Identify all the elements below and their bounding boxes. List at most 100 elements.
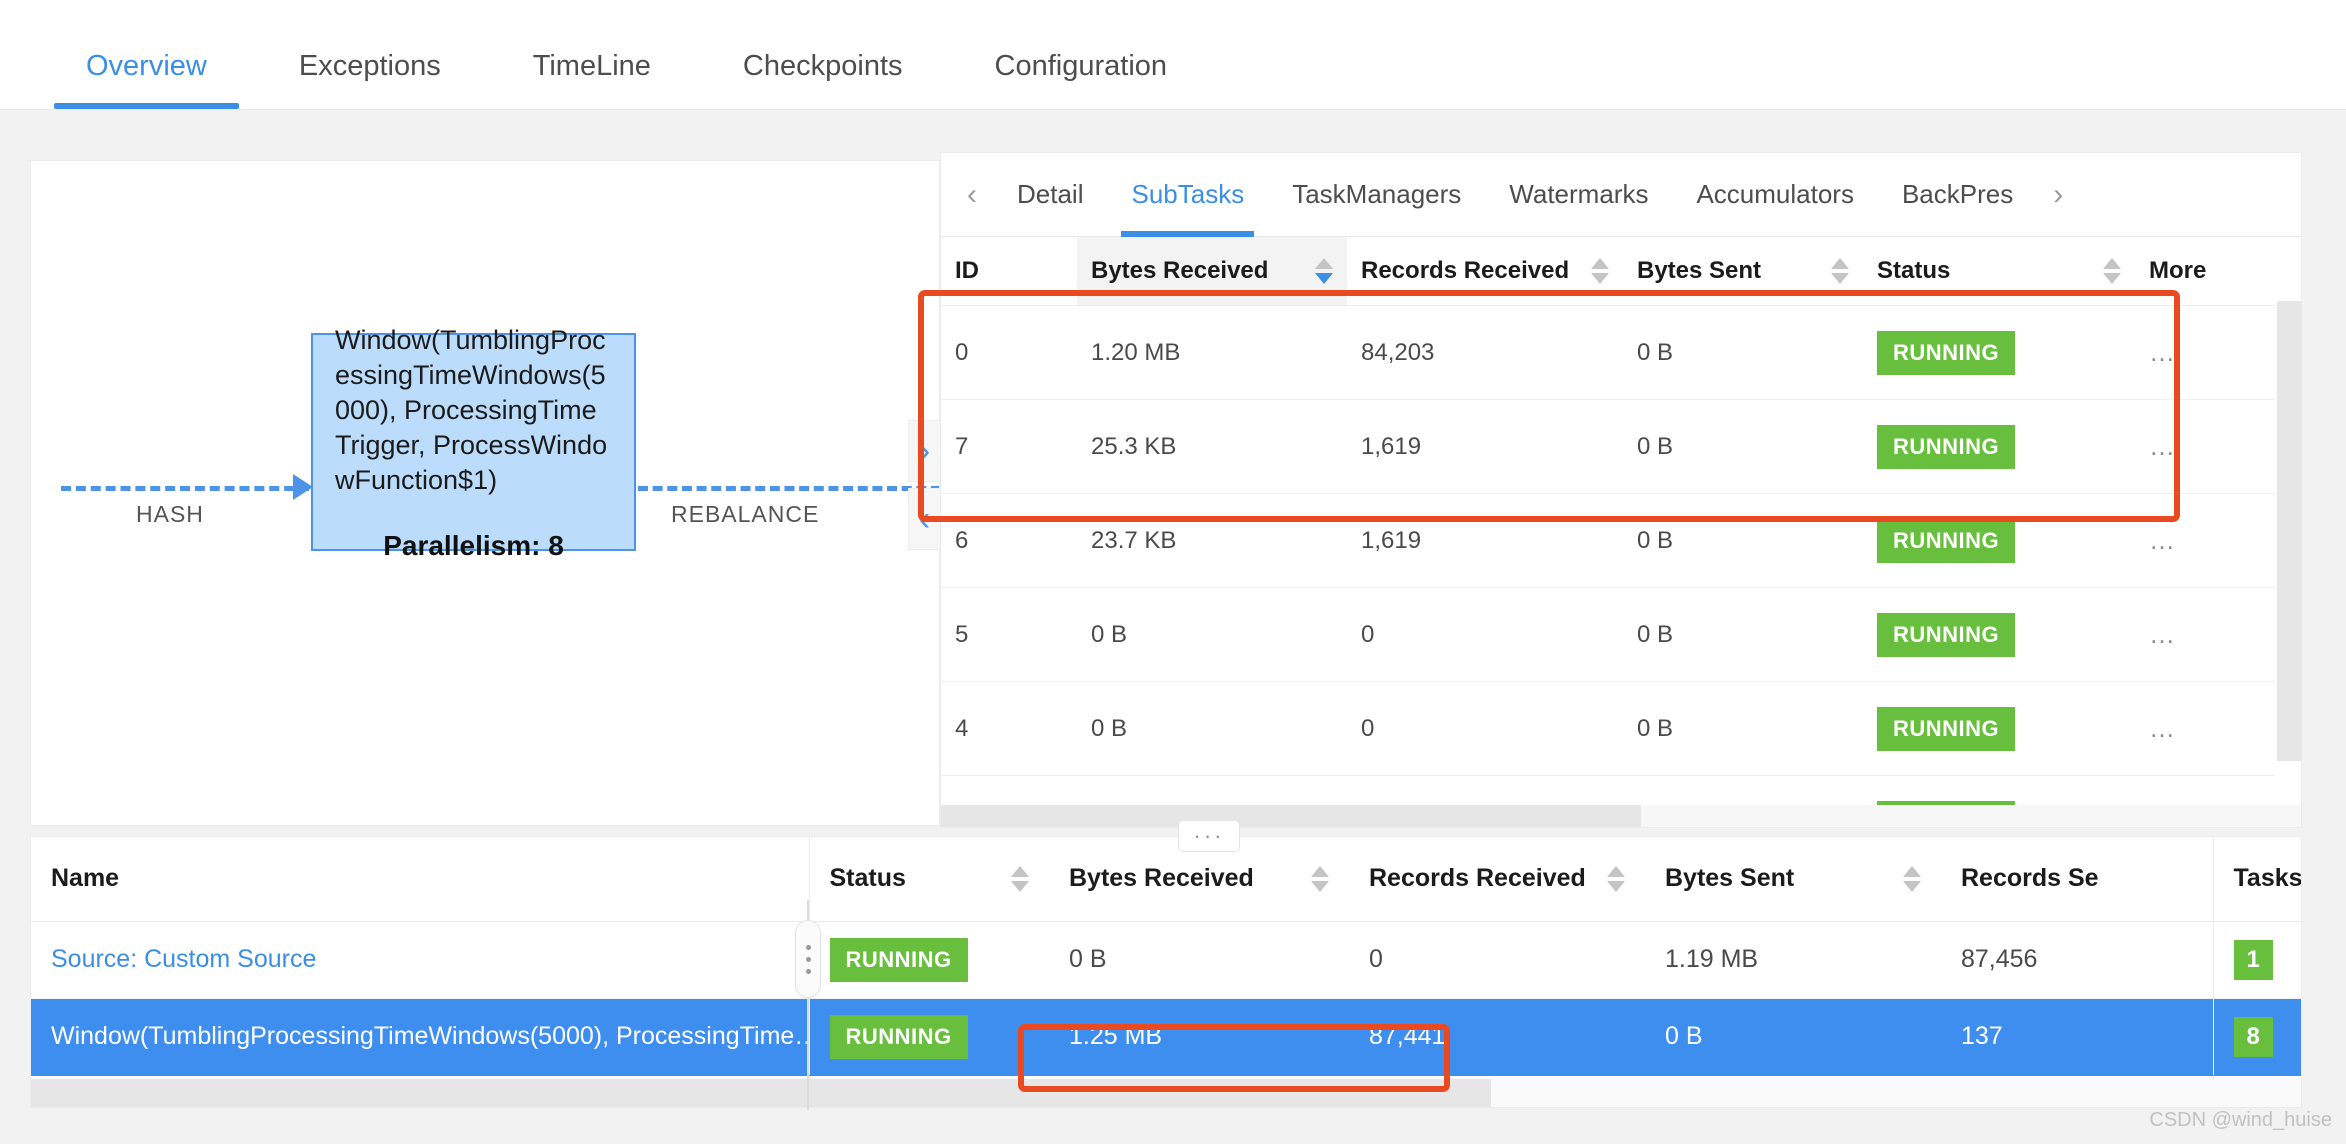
- tab-subtasks[interactable]: SubTasks: [1107, 153, 1268, 237]
- vertex-name-link[interactable]: Window(TumblingProcessingTimeWindows(500…: [51, 1022, 809, 1050]
- vertices-col-bytes-sent[interactable]: Bytes Sent: [1645, 837, 1941, 921]
- vertex-name-link[interactable]: Source: Custom Source: [51, 945, 316, 973]
- tasks-badge: 8: [2234, 1017, 2273, 1057]
- tab-checkpoints[interactable]: Checkpoints: [711, 50, 935, 109]
- table-row[interactable]: 7 25.3 KB 1,619 0 B RUNNING …: [941, 400, 2275, 494]
- tab-overview[interactable]: Overview: [54, 50, 239, 109]
- subtask-id: 6: [941, 494, 1077, 588]
- tab-watermarks[interactable]: Watermarks: [1485, 153, 1672, 237]
- sort-icon-records-received[interactable]: [1591, 258, 1609, 284]
- vertex-status: RUNNING: [809, 998, 1049, 1075]
- tab-subtasks-label: SubTasks: [1131, 179, 1244, 210]
- subtask-bytes-sent: 0 B: [1623, 306, 1863, 400]
- sort-icon-vertices-status[interactable]: [1011, 866, 1029, 892]
- job-graph-node-title: Window(TumblingProcessingTimeWindows(500…: [335, 323, 612, 498]
- tab-checkpoints-label: Checkpoints: [743, 50, 903, 82]
- sort-icon-vertices-bytes-sent[interactable]: [1903, 866, 1921, 892]
- table-row[interactable]: 6 23.7 KB 1,619 0 B RUNNING …: [941, 494, 2275, 588]
- incoming-edge-arrow-icon: [293, 474, 313, 500]
- vertices-horizontal-scrollbar-thumb[interactable]: [31, 1079, 1491, 1107]
- status-badge: RUNNING: [830, 938, 968, 982]
- vertices-col-tasks-label: Tasks: [2234, 864, 2303, 892]
- subtask-more-button[interactable]: …: [2135, 306, 2275, 400]
- subtask-status: RUNNING: [1863, 588, 2135, 682]
- subtasks-col-bytes-received[interactable]: Bytes Received: [1077, 237, 1347, 306]
- panel-resize-grip[interactable]: ···: [1178, 820, 1240, 852]
- table-row[interactable]: 5 0 B 0 0 B RUNNING …: [941, 588, 2275, 682]
- tab-accumulators[interactable]: Accumulators: [1672, 153, 1878, 237]
- more-icon: …: [2149, 713, 2178, 743]
- job-graph-node[interactable]: Window(TumblingProcessingTimeWindows(500…: [311, 333, 636, 551]
- subtasks-col-id[interactable]: ID: [941, 237, 1077, 306]
- subtasks-col-records-received[interactable]: Records Received: [1347, 237, 1623, 306]
- sort-icon-status[interactable]: [2103, 258, 2121, 284]
- vertex-bytes-sent: 0 B: [1645, 998, 1941, 1075]
- vertex-bytes-received: 1.25 MB: [1049, 998, 1349, 1075]
- subtasks-col-more-label: More: [2149, 257, 2206, 284]
- status-badge: RUNNING: [830, 1015, 968, 1059]
- vertices-col-status[interactable]: Status: [809, 837, 1049, 921]
- vertex-bytes-sent: 1.19 MB: [1645, 921, 1941, 998]
- table-row[interactable]: 0 1.20 MB 84,203 0 B RUNNING …: [941, 306, 2275, 400]
- subtask-bytes-sent: 0 B: [1623, 494, 1863, 588]
- subtask-more-button[interactable]: …: [2135, 682, 2275, 776]
- grip-dot-icon: [806, 969, 811, 974]
- table-row[interactable]: Source: Custom Source RUNNING 0 B 0 1.19…: [31, 921, 2302, 998]
- sort-icon-vertices-records-received[interactable]: [1607, 866, 1625, 892]
- vertex-name[interactable]: Window(TumblingProcessingTimeWindows(500…: [31, 998, 809, 1075]
- subtasks-vertical-scrollbar[interactable]: [2277, 301, 2301, 761]
- subtask-id: 0: [941, 306, 1077, 400]
- vertex-detail-panel: ‹ Detail SubTasks TaskManagers Watermark…: [940, 152, 2302, 828]
- vertices-col-records-received-label: Records Received: [1369, 864, 1586, 893]
- status-badge: RUNNING: [1877, 613, 2015, 657]
- column-resize-handle[interactable]: [795, 920, 821, 998]
- vertex-records-received: 0: [1349, 921, 1645, 998]
- subtask-more-button[interactable]: …: [2135, 494, 2275, 588]
- detail-tabs-scroll-left-icon[interactable]: ‹: [951, 178, 993, 212]
- status-badge: RUNNING: [1877, 425, 2015, 469]
- subtasks-col-status[interactable]: Status: [1863, 237, 2135, 306]
- tab-timeline[interactable]: TimeLine: [501, 50, 683, 109]
- vertices-horizontal-scrollbar-track[interactable]: [31, 1079, 2301, 1107]
- sort-icon-bytes-sent[interactable]: [1831, 258, 1849, 284]
- vertices-col-records-sent[interactable]: Records Se: [1941, 837, 2213, 921]
- tab-detail[interactable]: Detail: [993, 153, 1107, 237]
- table-row[interactable]: 4 0 B 0 0 B RUNNING …: [941, 682, 2275, 776]
- subtasks-col-more: More: [2135, 237, 2275, 306]
- vertex-name[interactable]: Source: Custom Source: [31, 921, 809, 998]
- graph-next-button[interactable]: ›: [908, 420, 941, 482]
- tab-backpressure-label: BackPres: [1902, 179, 2013, 210]
- detail-tabs-scroll-right-icon[interactable]: ›: [2037, 178, 2079, 212]
- vertices-col-name-label: Name: [51, 864, 119, 892]
- subtask-records-received: 0: [1347, 588, 1623, 682]
- subtasks-horizontal-scrollbar-track[interactable]: [941, 805, 2301, 828]
- graph-prev-button[interactable]: ‹: [908, 488, 941, 550]
- job-graph-node-parallelism: Parallelism: 8: [383, 530, 564, 562]
- main-tab-bar: Overview Exceptions TimeLine Checkpoints…: [0, 0, 2346, 110]
- subtask-more-button[interactable]: …: [2135, 588, 2275, 682]
- vertices-col-records-received[interactable]: Records Received: [1349, 837, 1645, 921]
- subtasks-col-records-received-label: Records Received: [1361, 257, 1569, 285]
- subtask-records-received: 84,203: [1347, 306, 1623, 400]
- sort-icon-vertices-bytes-received[interactable]: [1311, 866, 1329, 892]
- tab-configuration[interactable]: Configuration: [963, 50, 1200, 109]
- tab-backpressure[interactable]: BackPres: [1878, 153, 2037, 237]
- tab-exceptions[interactable]: Exceptions: [267, 50, 473, 109]
- flink-dashboard-job-overview: Overview Exceptions TimeLine Checkpoints…: [0, 0, 2346, 1144]
- subtasks-table: ID Bytes Received Records Received: [941, 237, 2275, 828]
- subtask-id: 4: [941, 682, 1077, 776]
- more-icon: …: [2149, 525, 2178, 555]
- subtasks-col-bytes-sent[interactable]: Bytes Sent: [1623, 237, 1863, 306]
- sort-icon-bytes-received[interactable]: [1315, 258, 1333, 284]
- job-graph-panel: HASH Window(TumblingProcessingTimeWindow…: [30, 160, 940, 826]
- vertex-status: RUNNING: [809, 921, 1049, 998]
- status-badge: RUNNING: [1877, 331, 2015, 375]
- table-row[interactable]: Window(TumblingProcessingTimeWindows(500…: [31, 998, 2302, 1075]
- subtask-records-received: 1,619: [1347, 494, 1623, 588]
- subtasks-horizontal-scrollbar-thumb[interactable]: [941, 805, 1641, 828]
- subtask-more-button[interactable]: …: [2135, 400, 2275, 494]
- subtask-records-received: 1,619: [1347, 400, 1623, 494]
- tab-taskmanagers[interactable]: TaskManagers: [1268, 153, 1485, 237]
- subtask-bytes-sent: 0 B: [1623, 588, 1863, 682]
- subtasks-col-bytes-received-label: Bytes Received: [1091, 257, 1268, 285]
